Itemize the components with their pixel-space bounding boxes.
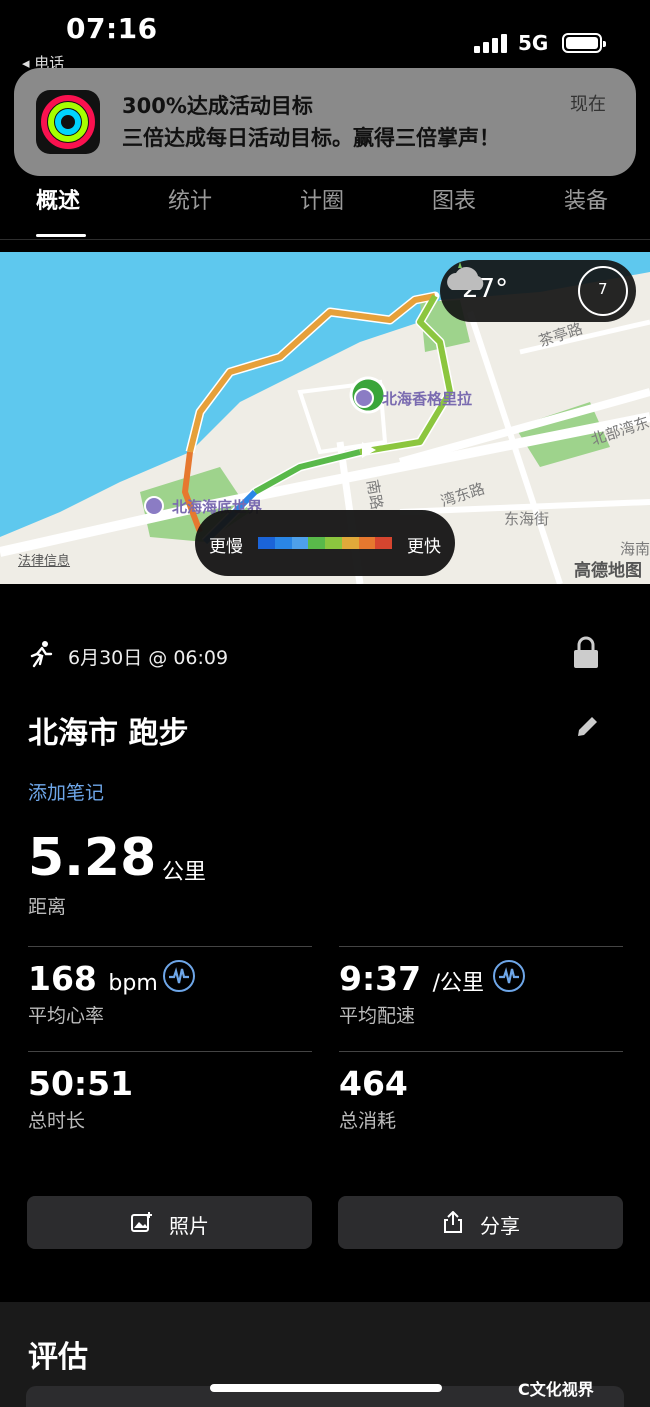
pace-legend: 更慢 更快 — [195, 510, 455, 576]
pace-color-segment — [341, 537, 359, 549]
pace-chart-icon[interactable] — [493, 960, 525, 992]
distance-unit: 公里 — [162, 860, 207, 885]
pace-value: 9:37 — [339, 959, 422, 998]
wind-indicator: 7 — [578, 266, 628, 316]
home-indicator[interactable] — [210, 1384, 442, 1392]
watermark-logo: C文化视界 — [518, 1380, 594, 1399]
distance-value: 5.28 — [28, 828, 157, 888]
notification-body: 三倍达成每日活动目标。赢得三倍掌声！ — [122, 126, 500, 150]
weather-pill: 27° 7 — [440, 260, 636, 322]
aquarium-icon — [144, 496, 164, 516]
lock-icon[interactable] — [572, 636, 600, 670]
calories-value: 464 — [339, 1064, 408, 1103]
add-note-link[interactable]: 添加笔记 — [28, 778, 104, 805]
pace-metric: 9:37 /公里 平均配速 — [339, 946, 623, 1050]
pace-unit: /公里 — [432, 971, 485, 996]
tab-statistics[interactable]: 统计 — [168, 183, 212, 215]
tab-charts[interactable]: 图表 — [432, 183, 476, 215]
heart-rate-value: 168 — [28, 959, 97, 998]
hotel-icon — [354, 388, 374, 408]
pace-color-segment — [358, 537, 376, 549]
wind-speed: 7 — [598, 280, 608, 298]
notification-time: 现在 — [570, 94, 606, 115]
pace-row: 9:37 /公里 — [339, 959, 484, 998]
road-label: 东海街 — [504, 510, 550, 528]
runner-icon — [30, 641, 53, 668]
pace-color-segment — [325, 537, 342, 549]
add-photo-icon — [131, 1212, 152, 1232]
tab-gear[interactable]: 装备 — [564, 183, 608, 215]
duration-label: 总时长 — [28, 1110, 86, 1132]
battery-icon — [562, 33, 606, 53]
pace-color-segment — [274, 537, 292, 549]
activity-rings-icon — [36, 90, 100, 154]
legal-info-link[interactable]: 法律信息 — [18, 550, 70, 569]
pace-color-segment — [375, 537, 392, 549]
signal-icon — [474, 33, 508, 53]
workout-date-row: 6月30日 @ 06:09 — [28, 636, 628, 670]
edit-pencil-icon[interactable] — [574, 714, 600, 740]
pace-color-segment — [258, 537, 275, 549]
pace-label: 平均配速 — [339, 1005, 416, 1027]
calories-metric: 464 总消耗 — [339, 1051, 623, 1155]
pace-color-bar — [258, 537, 392, 549]
legend-fast-label: 更快 — [407, 537, 441, 557]
map-provider-logo: 高德地图 — [574, 561, 642, 581]
network-type: 5G — [518, 31, 549, 55]
clock: 07:16 — [66, 12, 158, 45]
heart-rate-row: 168 bpm — [28, 959, 158, 998]
calories-label: 总消耗 — [339, 1110, 397, 1132]
cloud-icon — [447, 262, 484, 290]
status-bar: 07:16 ◂ 电话 5G — [0, 0, 650, 72]
pace-color-segment — [308, 537, 325, 549]
route-map[interactable]: 27° 7 茶亭路 北部湾东 东海街 海南 湾东路 南路 北海香格里拉 北海海底… — [0, 252, 650, 584]
notification-banner[interactable]: 300%达成活动目标 三倍达成每日活动目标。赢得三倍掌声！ 现在 — [14, 68, 636, 176]
pace-color-segment — [291, 537, 309, 549]
photos-button-label: 照片 — [169, 1214, 209, 1238]
heart-rate-chart-icon[interactable] — [163, 960, 195, 992]
active-tab-indicator — [36, 234, 86, 237]
tab-overview[interactable]: 概述 — [36, 183, 80, 215]
heart-rate-unit: bpm — [108, 971, 158, 996]
tab-laps[interactable]: 计圈 — [300, 183, 344, 215]
poi-hotel[interactable]: 北海香格里拉 — [382, 388, 472, 409]
workout-title: 北海市 跑步 — [28, 716, 189, 751]
heart-rate-label: 平均心率 — [28, 1005, 105, 1027]
duration-value: 50:51 — [28, 1064, 134, 1103]
legend-slow-label: 更慢 — [209, 537, 243, 557]
workout-date: 6月30日 @ 06:09 — [68, 647, 229, 669]
distance-label: 距离 — [28, 896, 67, 918]
evaluation-title: 评估 — [28, 1340, 88, 1375]
notification-title: 300%达成活动目标 — [122, 94, 313, 118]
photos-button[interactable]: 照片 — [27, 1196, 312, 1249]
share-button-label: 分享 — [480, 1214, 520, 1238]
share-icon — [444, 1211, 462, 1233]
share-button[interactable]: 分享 — [338, 1196, 623, 1249]
duration-metric: 50:51 总时长 — [28, 1051, 312, 1155]
